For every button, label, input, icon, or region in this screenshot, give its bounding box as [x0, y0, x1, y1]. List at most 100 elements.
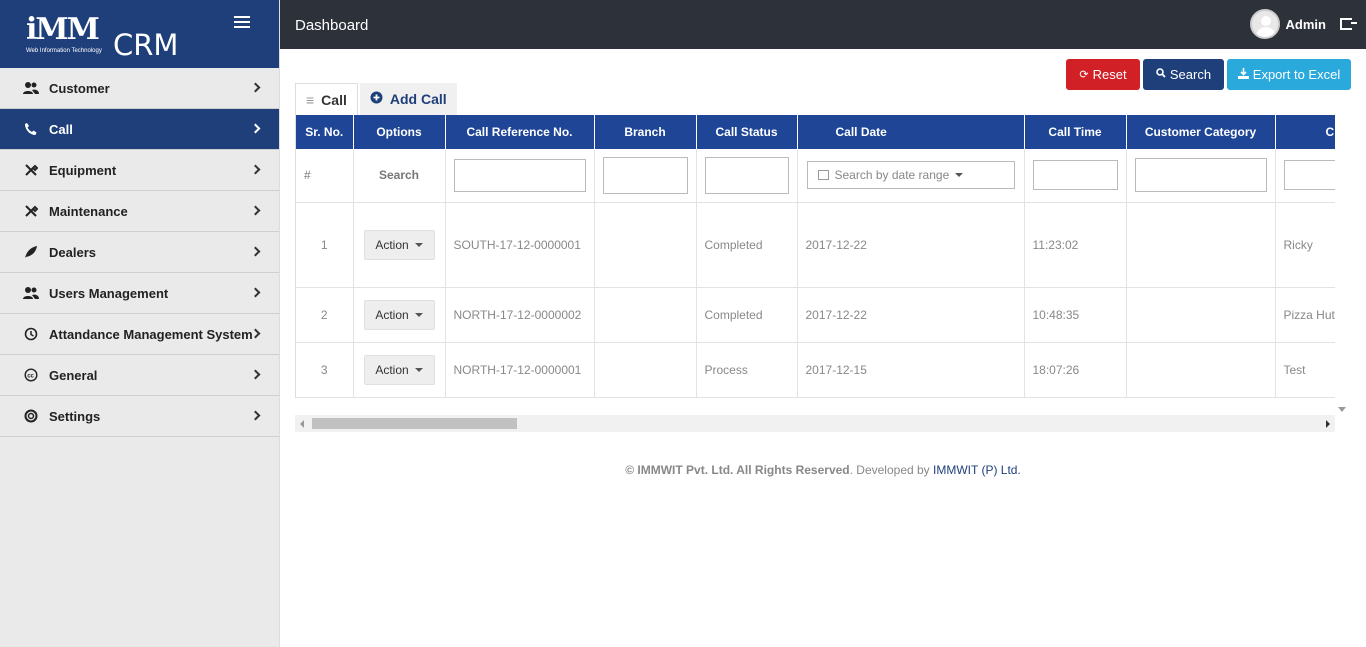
scroll-right-arrow-icon[interactable] — [1326, 420, 1330, 428]
caret-down-icon — [414, 312, 423, 317]
tab-add-call[interactable]: Add Call — [359, 83, 457, 115]
page-title: Dashboard — [295, 17, 369, 34]
cell-sr: 2 — [296, 287, 354, 343]
life-ring-icon — [22, 408, 40, 424]
cc-icon: cc — [22, 367, 40, 383]
col-customer-category[interactable]: Customer Category — [1126, 115, 1276, 149]
sidebar-item-label: General — [49, 367, 98, 383]
cell-customer: Ricky — [1275, 202, 1335, 288]
filter-time-input[interactable] — [1032, 160, 1118, 191]
sidebar-item-general[interactable]: cc General — [0, 355, 279, 396]
search-label: Search — [1169, 67, 1212, 82]
caret-down-icon — [955, 173, 964, 178]
scroll-down-arrow-icon[interactable] — [1338, 407, 1346, 412]
col-call-time[interactable]: Call Time — [1024, 115, 1127, 149]
sidebar-item-label: Equipment — [49, 162, 117, 178]
filter-hash: # — [296, 149, 354, 203]
cell-status: Completed — [696, 202, 798, 288]
users-icon — [22, 80, 40, 96]
cell-time: 11:23:02 — [1024, 202, 1127, 288]
svg-text:cc: cc — [27, 373, 34, 379]
col-options[interactable]: Options — [353, 115, 446, 149]
sidebar-item-maintenance[interactable]: Maintenance — [0, 191, 279, 232]
filter-category-input[interactable] — [1134, 158, 1267, 193]
filter-reference-input[interactable] — [453, 158, 586, 192]
sidebar-item-users-management[interactable]: Users Management — [0, 273, 279, 314]
filter-status-input[interactable] — [704, 156, 789, 194]
export-excel-button[interactable]: Export to Excel — [1227, 59, 1351, 90]
calls-table: Sr. No. Options Call Reference No. Branc… — [296, 115, 1335, 398]
filter-branch-input[interactable] — [602, 156, 688, 194]
company-logo[interactable]: iMM Web Information Technology — [24, 8, 102, 58]
cell-branch — [594, 342, 697, 398]
row-action-button[interactable]: Action — [363, 229, 435, 260]
cell-category — [1126, 287, 1276, 343]
sidebar-item-attendance[interactable]: Attandance Management System — [0, 314, 279, 355]
footer-copyright: © IMMWIT Pvt. Ltd. All Rights Reserved — [625, 463, 850, 477]
chevron-right-icon — [250, 369, 261, 380]
cell-date: 2017-12-22 — [797, 287, 1025, 343]
cell-branch — [594, 287, 697, 343]
cell-reference: NORTH-17-12-0000001 — [445, 342, 595, 398]
cell-sr: 1 — [296, 202, 354, 288]
download-icon — [1237, 67, 1249, 82]
list-icon: ≡ — [306, 91, 315, 108]
caret-down-icon — [414, 242, 423, 247]
col-call-date[interactable]: Call Date — [797, 115, 1025, 149]
footer-company-link[interactable]: IMMWIT (P) Ltd. — [933, 463, 1021, 477]
chevron-right-icon — [250, 123, 261, 134]
col-call-status[interactable]: Call Status — [696, 115, 798, 149]
refresh-icon: ⟳ — [1079, 69, 1089, 81]
scrollbar-thumb[interactable] — [312, 418, 517, 429]
sidebar-item-label: Maintenance — [49, 203, 128, 219]
table-row[interactable]: 3 Action NORTH-17-12-0000001 Process 201… — [296, 342, 1335, 398]
col-sr-no[interactable]: Sr. No. — [296, 115, 354, 149]
sidebar-item-settings[interactable]: Settings — [0, 396, 279, 437]
cell-branch — [594, 202, 697, 288]
scroll-left-arrow-icon[interactable] — [300, 420, 304, 428]
cell-category — [1126, 202, 1276, 288]
user-name[interactable]: Admin — [1286, 17, 1326, 32]
chevron-right-icon — [250, 82, 261, 93]
reset-button[interactable]: ⟳ Reset — [1066, 59, 1140, 90]
top-header: Dashboard Admin — [280, 0, 1366, 49]
vertical-scrollbar[interactable] — [1335, 115, 1349, 415]
col-branch[interactable]: Branch — [594, 115, 697, 149]
phone-icon — [22, 121, 40, 137]
tab-call[interactable]: ≡ Call — [295, 83, 358, 115]
sidebar-item-call[interactable]: Call — [0, 109, 279, 150]
history-icon — [22, 326, 40, 342]
chevron-right-icon — [250, 287, 261, 298]
logo-subtitle: Web Information Technology — [26, 48, 102, 54]
filter-customer-input[interactable] — [1283, 160, 1335, 191]
cell-sr: 3 — [296, 342, 354, 398]
avatar[interactable] — [1249, 9, 1280, 39]
tools-icon — [22, 203, 40, 219]
user-menu[interactable]: Admin — [1249, 9, 1357, 39]
main-content: ⟳ Reset Search Export to Excel ≡ Call Ad… — [280, 49, 1366, 647]
footer-developed-by: . Developed by — [849, 463, 934, 477]
table-row[interactable]: 2 Action NORTH-17-12-0000002 Completed 2… — [296, 287, 1335, 343]
row-action-button[interactable]: Action — [363, 354, 435, 385]
search-button[interactable]: Search — [1143, 59, 1224, 90]
horizontal-scrollbar[interactable] — [295, 415, 1335, 432]
chevron-right-icon — [250, 164, 261, 175]
table-row[interactable]: 1 Action SOUTH-17-12-0000001 Completed 2… — [296, 202, 1335, 288]
col-customer[interactable]: C — [1275, 115, 1335, 149]
table-header-row: Sr. No. Options Call Reference No. Branc… — [296, 115, 1335, 149]
logout-icon[interactable] — [1340, 18, 1357, 30]
sidebar-item-label: Dealers — [49, 244, 96, 260]
cell-time: 10:48:35 — [1024, 287, 1127, 343]
menu-toggle-icon[interactable] — [234, 16, 250, 30]
col-call-reference[interactable]: Call Reference No. — [445, 115, 595, 149]
filter-date-range-picker[interactable]: Search by date range — [806, 161, 1015, 190]
sidebar-item-customer[interactable]: Customer — [0, 68, 279, 109]
sidebar-item-label: Customer — [49, 80, 110, 96]
sidebar-item-dealers[interactable]: Dealers — [0, 232, 279, 273]
calls-table-container[interactable]: Sr. No. Options Call Reference No. Branc… — [295, 115, 1335, 398]
tab-label: Call — [321, 91, 347, 108]
date-range-placeholder: Search by date range — [834, 168, 950, 183]
logo-text: iMM — [26, 12, 100, 47]
sidebar-item-equipment[interactable]: Equipment — [0, 150, 279, 191]
row-action-button[interactable]: Action — [363, 299, 435, 330]
